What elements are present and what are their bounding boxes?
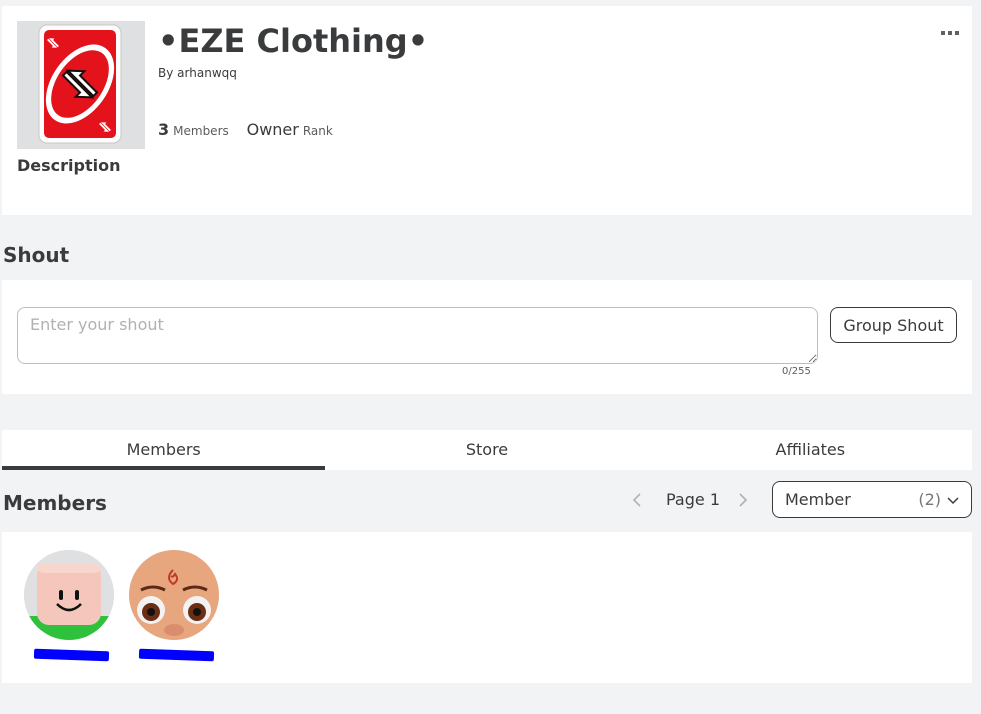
member-name-redacted xyxy=(138,648,215,662)
member-name-redacted xyxy=(33,648,110,662)
role-select-count: (2) xyxy=(918,490,941,509)
description-heading: Description xyxy=(17,156,121,175)
tab-affiliates[interactable]: Affiliates xyxy=(649,430,972,470)
member-count-label: Members xyxy=(173,124,229,138)
face-avatar-icon[interactable] xyxy=(129,550,219,640)
shout-char-count: 0/255 xyxy=(782,366,811,377)
page-label: Page 1 xyxy=(666,489,720,509)
group-owner-byline: By arhanwqq xyxy=(158,66,237,80)
shout-input[interactable] xyxy=(17,307,818,364)
group-name: •EZE Clothing• xyxy=(158,22,429,60)
members-card xyxy=(2,532,972,683)
more-options-icon[interactable] xyxy=(940,22,960,35)
chevron-down-icon xyxy=(947,490,959,509)
redaction-bar xyxy=(138,648,215,662)
members-heading: Members xyxy=(3,491,107,515)
tab-store[interactable]: Store xyxy=(325,430,648,470)
chevron-left-icon[interactable] xyxy=(632,492,642,507)
shout-heading: Shout xyxy=(3,243,70,267)
member-count: 3 xyxy=(158,120,170,139)
group-header-card: •EZE Clothing• By arhanwqq 3 Members Owne… xyxy=(2,6,972,215)
owner-link[interactable]: arhanwqq xyxy=(177,66,237,80)
group-tabs: Members Store Affiliates xyxy=(2,430,972,470)
member-tile[interactable] xyxy=(129,550,219,662)
shout-card: 0/255 Group Shout xyxy=(2,280,972,394)
redaction-bar xyxy=(33,648,110,662)
chevron-right-icon[interactable] xyxy=(738,492,748,507)
member-tile[interactable] xyxy=(24,550,114,662)
role-select[interactable]: Member (2) xyxy=(772,481,972,518)
tab-members[interactable]: Members xyxy=(2,430,326,470)
pagination: Page 1 xyxy=(632,488,748,510)
role-select-name: Member xyxy=(785,490,851,509)
classic-smile-avatar-icon[interactable] xyxy=(24,550,114,640)
group-shout-button[interactable]: Group Shout xyxy=(830,307,957,343)
uno-reverse-card-icon xyxy=(17,21,145,149)
rank-value: Owner xyxy=(246,120,299,139)
by-label: By xyxy=(158,66,174,80)
group-stats: 3 Members Owner Rank xyxy=(158,120,347,139)
rank-label: Rank xyxy=(302,124,333,138)
